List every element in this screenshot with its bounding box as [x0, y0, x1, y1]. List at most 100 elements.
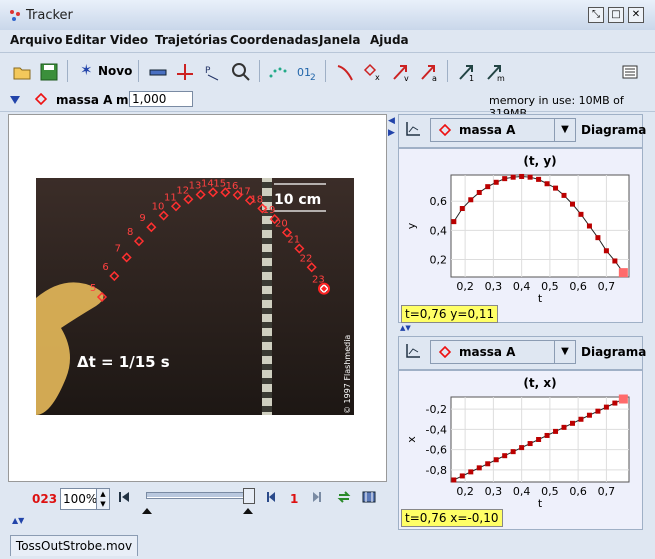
mass-field[interactable] [129, 91, 193, 107]
menu-ajuda[interactable]: Ajuda [370, 33, 409, 47]
coordinates-icon[interactable]: P [201, 60, 225, 84]
slider-thumb[interactable] [243, 488, 255, 504]
center-of-mass-icon[interactable]: m [483, 60, 507, 84]
data-point[interactable] [502, 453, 508, 459]
path-icon[interactable] [333, 60, 357, 84]
step-back-icon[interactable] [266, 491, 278, 506]
data-point[interactable] [553, 428, 559, 434]
clip-settings-icon[interactable] [362, 490, 376, 507]
step-forward-icon[interactable] [310, 491, 322, 506]
data-point[interactable] [578, 211, 584, 217]
notes-icon[interactable] [618, 60, 642, 84]
data-point[interactable] [578, 416, 584, 422]
acceleration-icon[interactable]: a [417, 60, 441, 84]
rewind-icon[interactable] [118, 491, 130, 506]
data-point[interactable] [553, 185, 559, 191]
menu-trajetorias[interactable]: Trajetórias [155, 33, 227, 47]
open-icon[interactable] [10, 60, 34, 84]
selected-data-point[interactable] [618, 268, 628, 278]
data-point[interactable] [510, 174, 516, 180]
data-point[interactable] [519, 445, 525, 451]
data-point[interactable] [561, 424, 567, 430]
calibration-stick-icon[interactable] [146, 60, 170, 84]
loop-icon[interactable] [337, 490, 351, 507]
track-menu-arrow-icon[interactable] [10, 94, 20, 108]
x-tick-label: 0,6 [569, 280, 587, 293]
data-point[interactable] [586, 412, 592, 418]
diagram-button[interactable]: Diagrama [581, 345, 646, 359]
axes-icon[interactable] [173, 60, 197, 84]
data-point[interactable] [468, 197, 474, 203]
menu-arquivo[interactable]: Arquivo [10, 33, 63, 47]
new-label: Novo [98, 64, 133, 78]
data-point[interactable] [544, 432, 550, 438]
trail-icon[interactable] [266, 60, 290, 84]
velocity-icon[interactable]: v [389, 60, 413, 84]
collapse-left-icon[interactable]: ◀ [388, 116, 395, 126]
data-point[interactable] [493, 179, 499, 185]
diagram-button[interactable]: Diagrama [581, 123, 646, 137]
step-size[interactable]: 1 [290, 492, 298, 506]
new-track-button[interactable]: ✶ Novo [78, 60, 133, 82]
data-point[interactable] [595, 235, 601, 241]
track-selector[interactable]: massa A ▼ [430, 340, 576, 364]
menu-video[interactable]: Video [110, 33, 148, 47]
close-icon[interactable]: ✕ [628, 7, 644, 23]
save-icon[interactable] [37, 60, 61, 84]
video-frame[interactable]: 5 6 7 8 9 10 11 12 13 14 15 16 17 18 19 20 21 22 23 [36, 178, 354, 415]
frame-number[interactable]: 023 [32, 492, 57, 506]
track-name[interactable]: massa A [56, 93, 112, 107]
data-point[interactable] [451, 477, 457, 483]
data-point[interactable] [536, 437, 542, 442]
menu-janela[interactable]: Janela [319, 33, 360, 47]
menu-coordenadas[interactable]: Coordenadas [230, 33, 318, 47]
position-icon[interactable]: x [361, 60, 385, 84]
data-point[interactable] [544, 181, 550, 187]
data-point[interactable] [459, 473, 465, 479]
selected-data-point[interactable] [618, 394, 628, 404]
data-point[interactable] [527, 441, 533, 447]
zoom-icon[interactable] [229, 60, 253, 84]
data-point[interactable] [603, 404, 609, 410]
data-point[interactable] [586, 223, 592, 229]
data-point[interactable] [485, 461, 491, 467]
data-point[interactable] [612, 258, 618, 264]
data-point[interactable] [569, 201, 575, 207]
data-point[interactable] [451, 219, 457, 225]
data-point[interactable] [612, 400, 618, 406]
data-point[interactable] [493, 457, 499, 463]
plot-top-area[interactable]: (t, y) 0,2 0,3 0,4 0,5 0,6 0,7 0,2 0,4 0,6 t y [398, 148, 643, 323]
divider-arrows-icon[interactable]: ▲▼ [400, 324, 411, 332]
data-point[interactable] [536, 176, 542, 182]
app-icon [8, 8, 22, 22]
track-selector[interactable]: massa A ▼ [430, 118, 576, 142]
menu-editar[interactable]: Editar [65, 33, 106, 47]
data-point[interactable] [561, 192, 567, 198]
data-point[interactable] [569, 420, 575, 426]
data-point[interactable] [468, 469, 474, 475]
collapse-right-icon[interactable]: ▶ [388, 128, 395, 138]
labels-icon[interactable]: 012 [294, 60, 318, 84]
maximize-icon[interactable]: □ [608, 7, 624, 23]
data-point[interactable] [527, 174, 533, 180]
plot-type-icon[interactable] [404, 120, 422, 141]
data-point[interactable] [603, 248, 609, 254]
data-point[interactable] [476, 465, 482, 471]
restore-icon[interactable]: ⤡ [588, 7, 604, 23]
vector-sum-icon[interactable]: 1 [455, 60, 479, 84]
data-point[interactable] [502, 176, 508, 182]
data-point[interactable] [459, 206, 465, 212]
data-point[interactable] [519, 173, 525, 179]
start-marker-icon[interactable] [142, 503, 152, 517]
plot-bottom-area[interactable]: (t, x) 0,2 0,3 0,4 0,5 0,6 0,7 -0,2 -0,4 -0,6 -0,8… [398, 370, 643, 530]
data-point[interactable] [485, 184, 491, 190]
zoom-spinner[interactable]: ▲ ▼ [96, 488, 110, 510]
collapse-down-icon[interactable]: ▲▼ [12, 516, 24, 525]
separator [138, 60, 139, 82]
video-tab[interactable]: TossOutStrobe.mov [10, 535, 138, 556]
data-point[interactable] [595, 408, 601, 414]
data-point[interactable] [510, 449, 516, 455]
end-marker-icon[interactable] [243, 503, 253, 517]
plot-type-icon[interactable] [404, 342, 422, 363]
data-point[interactable] [476, 189, 482, 195]
